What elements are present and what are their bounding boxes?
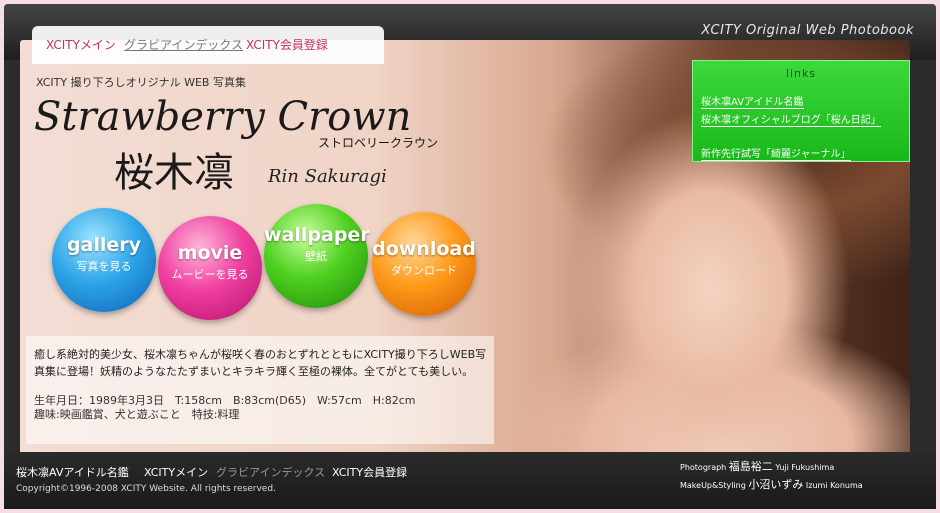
link-official-blog[interactable]: 桜木凛オフィシャルブログ「桜ん日記」 xyxy=(701,111,881,127)
brand-title: XCITY Original Web Photobook xyxy=(701,23,914,38)
download-label: download xyxy=(372,238,476,260)
photo-credit-label: Photograph xyxy=(680,463,727,472)
gallery-button[interactable]: gallery 写真を見る xyxy=(52,208,156,312)
profile-stats: 生年月日：1989年3月3日 T:158cm B:83cm(D65) W:57c… xyxy=(34,394,416,407)
intro-text: 癒し系絶対的美少女、桜木凛ちゃんが桜咲く春のおとずれとともにXCITY撮り下ろし… xyxy=(34,348,487,378)
copyright: Copyright©1996-2008 XCITY Website. All r… xyxy=(16,484,276,494)
wallpaper-sub: 壁紙 xyxy=(305,250,327,263)
profile: 生年月日：1989年3月3日 T:158cm B:83cm(D65) W:57c… xyxy=(34,394,415,422)
movie-button[interactable]: movie ムービーを見る xyxy=(158,216,262,320)
links-heading: links xyxy=(785,67,817,80)
footer-link-member-register[interactable]: XCITY会員登録 xyxy=(332,464,407,480)
photo-credit-en: Yuji Fukushima xyxy=(775,463,835,472)
tab-gravure-index[interactable]: グラビアインデックス xyxy=(124,36,243,53)
wallpaper-label: wallpaper xyxy=(264,224,370,246)
model-name-jp: 桜木凛 xyxy=(114,150,234,196)
makeup-credit-en: Izumi Konuma xyxy=(805,481,863,490)
model-name-en: Rin Sakuragi xyxy=(268,166,387,187)
photo-credits: Photograph 福島裕二 Yuji Fukushima MakeUp&St… xyxy=(680,458,863,494)
profile-hobbies: 趣味:映画鑑賞、犬と遊ぶこと 特技:料理 xyxy=(34,408,240,421)
makeup-credit-label: MakeUp&Styling xyxy=(680,481,746,490)
description-panel: 癒し系絶対的美少女、桜木凛ちゃんが桜咲く春のおとずれとともにXCITY撮り下ろし… xyxy=(26,336,494,444)
footer-link-xcity-main[interactable]: XCITYメイン xyxy=(144,464,208,480)
tab-member-register[interactable]: XCITY会員登録 xyxy=(246,36,328,53)
link-idol-directory[interactable]: 桜木凛AVアイドル名鑑 xyxy=(701,93,804,109)
download-button[interactable]: download ダウンロード xyxy=(372,212,476,316)
movie-sub: ムービーを見る xyxy=(171,268,249,281)
makeup-credit-name: 小沼いずみ xyxy=(748,478,804,491)
movie-label: movie xyxy=(177,242,243,264)
hero-subtitle: XCITY 撮り下ろしオリジナル WEB 写真集 xyxy=(36,76,246,89)
link-preview-journal[interactable]: 新作先行試写「綺麗ジャーナル」 xyxy=(701,145,851,161)
footer-link-idol-directory[interactable]: 桜木凛AVアイドル名鑑 xyxy=(16,464,129,480)
gallery-sub: 写真を見る xyxy=(76,260,132,273)
wallpaper-button[interactable]: wallpaper 壁紙 xyxy=(264,204,370,308)
links-panel: links 桜木凛AVアイドル名鑑 桜木凛オフィシャルブログ「桜ん日記」 新作先… xyxy=(692,60,910,162)
tab-xcity-main[interactable]: XCITYメイン xyxy=(46,36,116,53)
footer-link-gravure-index[interactable]: グラビアインデックス xyxy=(216,464,325,480)
top-nav: XCITYメイン グラビアインデックス XCITY会員登録 xyxy=(32,26,384,64)
hero-title-kana: ストロベリークラウン xyxy=(318,136,439,150)
gallery-label: gallery xyxy=(66,234,142,256)
photo-credit-name: 福島裕二 xyxy=(728,460,773,473)
download-sub: ダウンロード xyxy=(391,264,457,277)
